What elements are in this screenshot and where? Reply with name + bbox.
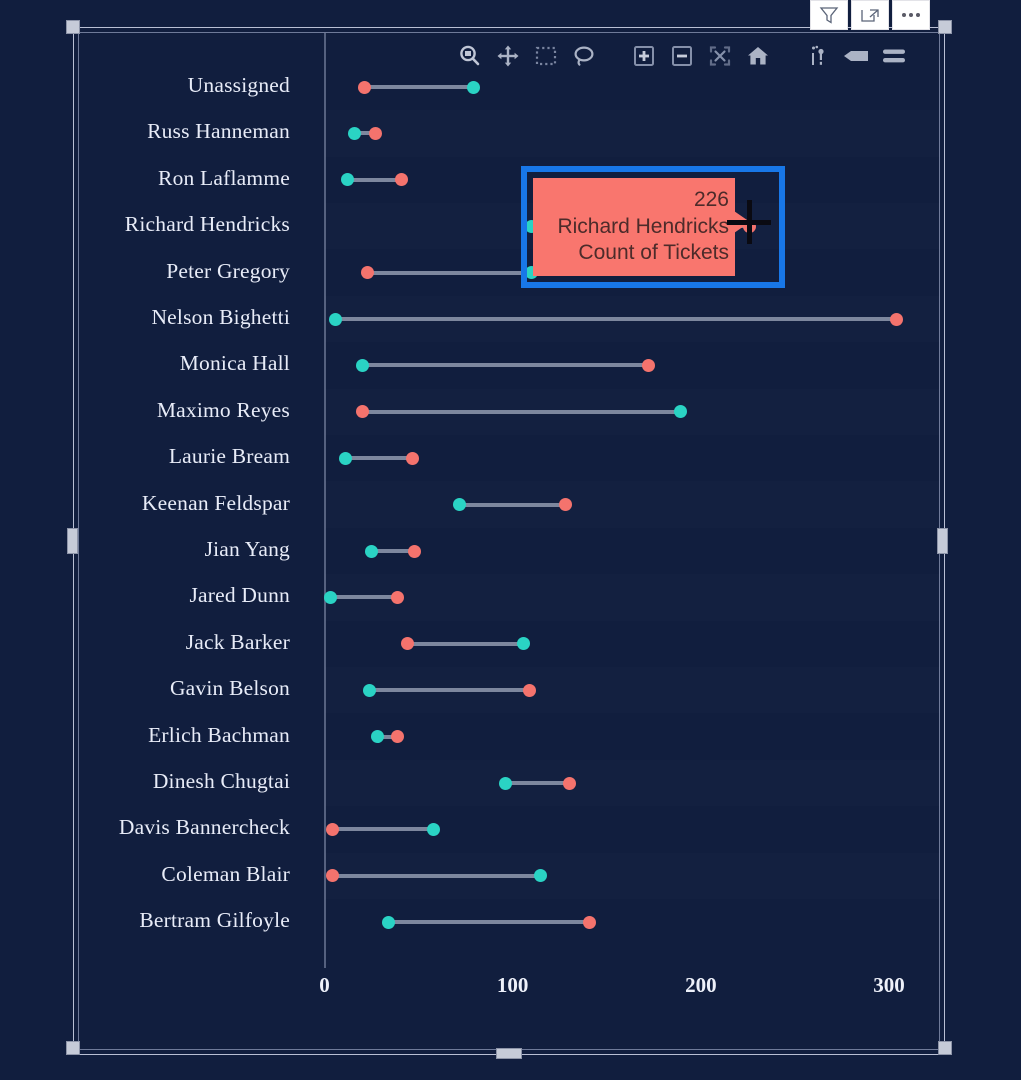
autoscale-button[interactable] <box>705 42 735 70</box>
zoom-in-icon <box>634 46 654 66</box>
filter-icon <box>819 7 839 24</box>
chart-modebar <box>455 42 909 70</box>
tooltip-measure: Count of Tickets <box>578 241 729 265</box>
pan-icon <box>497 45 519 67</box>
hover-compare-button[interactable] <box>841 42 871 70</box>
selection-frame-inner <box>78 32 940 1050</box>
hover-compare-icon <box>844 51 868 61</box>
zoom-icon <box>460 45 480 66</box>
data-point-tooltip: 226 Richard Hendricks Count of Tickets <box>533 178 735 276</box>
home-icon <box>748 47 768 65</box>
zoom-out-icon <box>672 46 692 66</box>
reset-axes-button[interactable] <box>743 42 773 70</box>
focus-mode-button[interactable] <box>851 0 889 30</box>
box-select-button[interactable] <box>531 42 561 70</box>
zoom-button[interactable] <box>455 42 485 70</box>
hover-closest-button[interactable] <box>879 42 909 70</box>
spike-lines-icon <box>812 45 824 65</box>
lasso-select-icon <box>574 46 594 66</box>
zoom-in-button[interactable] <box>629 42 659 70</box>
lasso-select-button[interactable] <box>569 42 599 70</box>
filter-button[interactable] <box>810 0 848 30</box>
box-select-icon <box>535 46 557 66</box>
hover-closest-icon <box>883 49 905 63</box>
resize-handle-top-left[interactable] <box>66 20 80 34</box>
resize-handle-left-middle[interactable] <box>67 528 78 554</box>
zoom-out-button[interactable] <box>667 42 697 70</box>
resize-handle-bottom-right[interactable] <box>938 1041 952 1055</box>
tooltip-value: 226 <box>693 187 729 211</box>
resize-handle-bottom-center[interactable] <box>496 1048 522 1059</box>
autoscale-icon <box>709 46 731 66</box>
more-options-icon <box>902 13 920 17</box>
tooltip-category: Richard Hendricks <box>557 214 729 238</box>
resize-handle-bottom-left[interactable] <box>66 1041 80 1055</box>
visual-header-buttons <box>810 0 930 30</box>
toggle-spike-lines-button[interactable] <box>803 42 833 70</box>
resize-handle-top-right[interactable] <box>938 20 952 34</box>
visual-container: Unassigned Russ Hanneman Ron Laflamme Richa… <box>0 0 1021 1080</box>
more-options-button[interactable] <box>892 0 930 30</box>
resize-handle-right-middle[interactable] <box>937 528 948 554</box>
focus-mode-icon <box>861 9 879 22</box>
pan-button[interactable] <box>493 42 523 70</box>
crosshair-cursor <box>727 200 771 244</box>
